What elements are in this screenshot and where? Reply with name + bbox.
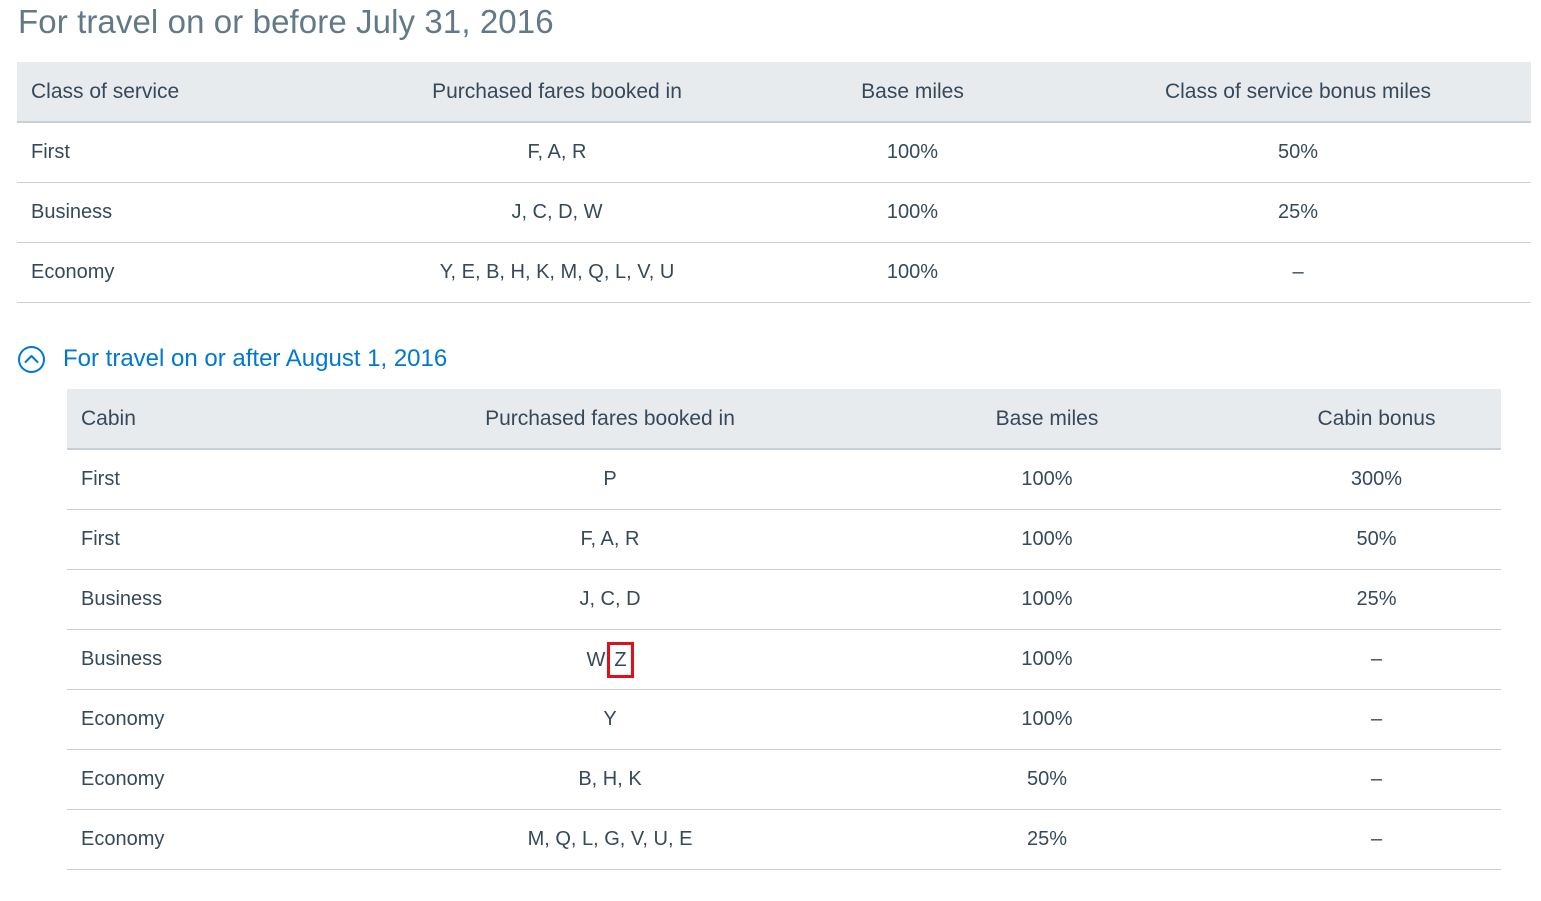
cell-cabin-bonus: – (1252, 749, 1501, 810)
cell-cabin-bonus: 50% (1252, 509, 1501, 570)
fare-code-w: W (586, 648, 606, 671)
cell-cabin: Business (67, 569, 378, 630)
cell-cabin: Business (67, 629, 378, 690)
cell-fares: J, C, D (378, 569, 842, 630)
cell-fares: M, Q, L, G, V, U, E (378, 809, 842, 870)
table-row: First F, A, R 100% 50% (67, 509, 1501, 570)
cell-base-miles: 100% (760, 122, 1065, 183)
cell-fares: WZ (378, 629, 842, 690)
cell-bonus-miles: – (1065, 242, 1531, 303)
fare-table-before-july: Class of service Purchased fares booked … (17, 62, 1531, 303)
cell-fares: Y, E, B, H, K, M, Q, L, V, U (354, 242, 760, 303)
table-row: Business WZ 100% – (67, 629, 1501, 690)
cell-fares: P (378, 449, 842, 510)
cell-fares: Y (378, 689, 842, 750)
cell-cabin: Economy (67, 809, 378, 870)
cell-base-miles: 50% (842, 749, 1252, 810)
section-heading-before-july: For travel on or before July 31, 2016 (18, 3, 554, 40)
cell-cabin: First (67, 449, 378, 510)
column-header-fares: Purchased fares booked in (378, 389, 842, 450)
cell-cabin: First (67, 509, 378, 570)
cell-base-miles: 100% (760, 242, 1065, 303)
column-header-base-miles: Base miles (760, 62, 1065, 123)
cell-base-miles: 100% (842, 629, 1252, 690)
cell-cabin-bonus: 25% (1252, 569, 1501, 630)
column-header-class-of-service: Class of service (17, 62, 354, 123)
cell-fares: F, A, R (378, 509, 842, 570)
column-header-cabin-bonus: Cabin bonus (1252, 389, 1501, 450)
cell-fares: F, A, R (354, 122, 760, 183)
cell-cabin-bonus: – (1252, 629, 1501, 690)
table-row: Economy Y 100% – (67, 689, 1501, 750)
cell-class: Business (17, 182, 354, 243)
cell-cabin-bonus: – (1252, 809, 1501, 870)
cell-base-miles: 100% (842, 689, 1252, 750)
cell-base-miles: 25% (842, 809, 1252, 870)
cell-base-miles: 100% (842, 449, 1252, 510)
highlighted-fare-code: Z (607, 641, 634, 678)
cell-cabin: Economy (67, 689, 378, 750)
chevron-up-circle-icon (18, 345, 45, 373)
table-row: Business J, C, D 100% 25% (67, 569, 1501, 630)
table-header-row: Cabin Purchased fares booked in Base mil… (67, 389, 1501, 450)
table-row: Economy M, Q, L, G, V, U, E 25% – (67, 809, 1501, 870)
table-row: Economy B, H, K 50% – (67, 749, 1501, 810)
accordion-label: For travel on or after August 1, 2016 (63, 345, 448, 372)
fare-table-after-august: Cabin Purchased fares booked in Base mil… (67, 389, 1501, 870)
cell-fares: B, H, K (378, 749, 842, 810)
accordion-toggle-after-august[interactable]: For travel on or after August 1, 2016 (18, 342, 447, 376)
cell-bonus-miles: 50% (1065, 122, 1531, 183)
cell-cabin-bonus: – (1252, 689, 1501, 750)
cell-fares: J, C, D, W (354, 182, 760, 243)
column-header-fares: Purchased fares booked in (354, 62, 760, 123)
table-header-row: Class of service Purchased fares booked … (17, 62, 1531, 123)
cell-class: First (17, 122, 354, 183)
column-header-cabin: Cabin (67, 389, 378, 450)
table-row: First F, A, R 100% 50% (17, 122, 1531, 183)
cell-base-miles: 100% (842, 509, 1252, 570)
table-row: Business J, C, D, W 100% 25% (17, 182, 1531, 243)
table-row: First P 100% 300% (67, 449, 1501, 510)
cell-bonus-miles: 25% (1065, 182, 1531, 243)
cell-cabin-bonus: 300% (1252, 449, 1501, 510)
cell-base-miles: 100% (842, 569, 1252, 630)
table-row: Economy Y, E, B, H, K, M, Q, L, V, U 100… (17, 242, 1531, 303)
column-header-bonus-miles: Class of service bonus miles (1065, 62, 1531, 123)
cell-class: Economy (17, 242, 354, 303)
cell-base-miles: 100% (760, 182, 1065, 243)
column-header-base-miles: Base miles (842, 389, 1252, 450)
cell-cabin: Economy (67, 749, 378, 810)
